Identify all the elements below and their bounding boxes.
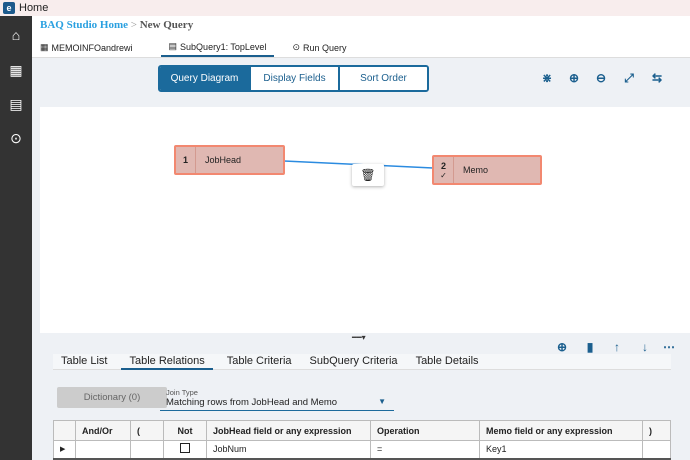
dictionary-button[interactable]: Dictionary (0) (57, 387, 167, 408)
column-header[interactable]: Memo field or any expression (479, 420, 643, 441)
arrow-down-icon[interactable]: ↓ (638, 340, 652, 354)
app-logo-icon: e (3, 2, 15, 14)
join-type-select[interactable]: Join Type Matching rows from JobHead and… (160, 388, 394, 411)
breadcrumb: BAQ Studio Home > New Query (40, 19, 193, 31)
tab-subquery-criteria[interactable]: SubQuery Criteria (302, 354, 406, 370)
report-icon[interactable]: ▤ (8, 96, 24, 112)
sidebar: ⌂ ▦ ▤ ⊙ (0, 16, 32, 460)
tab-subquery1[interactable]: ▤ SubQuery1: TopLevel (160, 38, 275, 57)
query-diagram-button[interactable]: Query Diagram (160, 67, 249, 90)
query-tabs: ▦ MEMOINFOandrewi ▤ SubQuery1: TopLevel ⊙ R… (32, 38, 690, 58)
column-header[interactable]: Not (163, 420, 207, 441)
open-paren-cell[interactable] (130, 440, 164, 460)
tab-memoinfo[interactable]: ▦ MEMOINFOandrewi (32, 38, 141, 57)
arrow-up-icon[interactable]: ↑ (610, 340, 624, 354)
home-icon[interactable]: ⌂ (8, 27, 24, 43)
document-icon: ▤ (168, 41, 178, 51)
breadcrumb-current: New Query (139, 19, 194, 31)
diagram-canvas[interactable] (40, 107, 690, 333)
title-bar: e Home (0, 0, 690, 16)
column-header[interactable]: And/Or (75, 420, 131, 441)
add-icon[interactable]: ⊕ (555, 340, 569, 354)
join-type-value: Matching rows from JobHead and Memo (166, 397, 338, 408)
grid-icon[interactable]: ▦ (8, 62, 24, 78)
table-node-jobhead[interactable]: 1 JobHead (174, 145, 285, 175)
column-header[interactable]: JobHead field or any expression (206, 420, 371, 441)
and-or-cell[interactable] (75, 440, 131, 460)
splitter-handle[interactable]: ━━▾ (352, 333, 366, 342)
node-number: 2 (440, 160, 446, 171)
caret-down-icon: ▼ (378, 397, 386, 406)
table-header-row: And/Or ( Not JobHead field or any expres… (53, 420, 671, 441)
zoom-in-icon[interactable]: ⊕ (567, 71, 581, 85)
play-icon[interactable]: ⊙ (8, 130, 24, 146)
view-toggle: Query Diagram Display Fields Sort Order (158, 65, 429, 92)
row-indicator-icon: ▶ (53, 440, 76, 460)
tab-table-list[interactable]: Table List (53, 354, 115, 370)
join-link[interactable] (40, 107, 690, 333)
close-paren-cell[interactable] (642, 440, 671, 460)
relation-tabs: Table List Table Relations Table Criteri… (53, 354, 671, 370)
operation-cell[interactable]: = (370, 440, 480, 460)
zoom-out-icon[interactable]: ⊖ (594, 71, 608, 85)
tab-label: MEMOINFOandrewi (51, 42, 133, 53)
breadcrumb-home[interactable]: BAQ Studio Home (40, 19, 128, 31)
table-row[interactable]: ▶ JobNum = Key1 (53, 440, 671, 460)
node-number: 1 (182, 155, 188, 165)
tab-label: SubQuery1: TopLevel (180, 41, 267, 52)
table-node-memo[interactable]: 2 ✓ Memo (432, 155, 542, 185)
not-cell[interactable] (163, 440, 207, 460)
not-checkbox[interactable] (180, 443, 190, 454)
node-name: JobHead (205, 155, 242, 165)
tab-table-relations[interactable]: Table Relations (121, 354, 213, 370)
column-header[interactable]: ) (642, 420, 671, 441)
more-icon[interactable]: ⋯ (662, 340, 676, 354)
tab-table-details[interactable]: Table Details (408, 354, 487, 370)
column-header[interactable]: ( (130, 420, 164, 441)
check-circle-icon: ✓ (440, 170, 447, 180)
column-header (53, 420, 76, 441)
sort-order-button[interactable]: Sort Order (338, 67, 427, 90)
tab-label: Run Query (303, 42, 347, 53)
tab-table-criteria[interactable]: Table Criteria (219, 354, 300, 370)
collapse-icon[interactable]: ⋇ (540, 71, 554, 85)
route-icon[interactable]: ⇆ (650, 71, 664, 85)
right-field-cell[interactable]: Key1 (479, 440, 643, 460)
trash-icon[interactable]: ▮ (583, 340, 597, 354)
play-icon: ⊙ (292, 42, 300, 52)
breadcrumb-separator: > (130, 19, 137, 31)
left-field-cell[interactable]: JobNum (206, 440, 371, 460)
expand-icon[interactable]: ⤢ (622, 71, 636, 85)
relations-table: And/Or ( Not JobHead field or any expres… (53, 420, 671, 460)
join-type-label: Join Type (166, 388, 198, 397)
window-title: Home (19, 2, 49, 14)
column-header[interactable]: Operation (370, 420, 480, 441)
node-name: Memo (463, 165, 489, 175)
tab-run-query[interactable]: ⊙ Run Query (284, 38, 354, 57)
trash-icon: 🗑 (360, 168, 376, 182)
table-icon: ▦ (40, 42, 49, 52)
display-fields-button[interactable]: Display Fields (249, 67, 338, 90)
delete-link-button[interactable]: 🗑 (352, 164, 384, 186)
